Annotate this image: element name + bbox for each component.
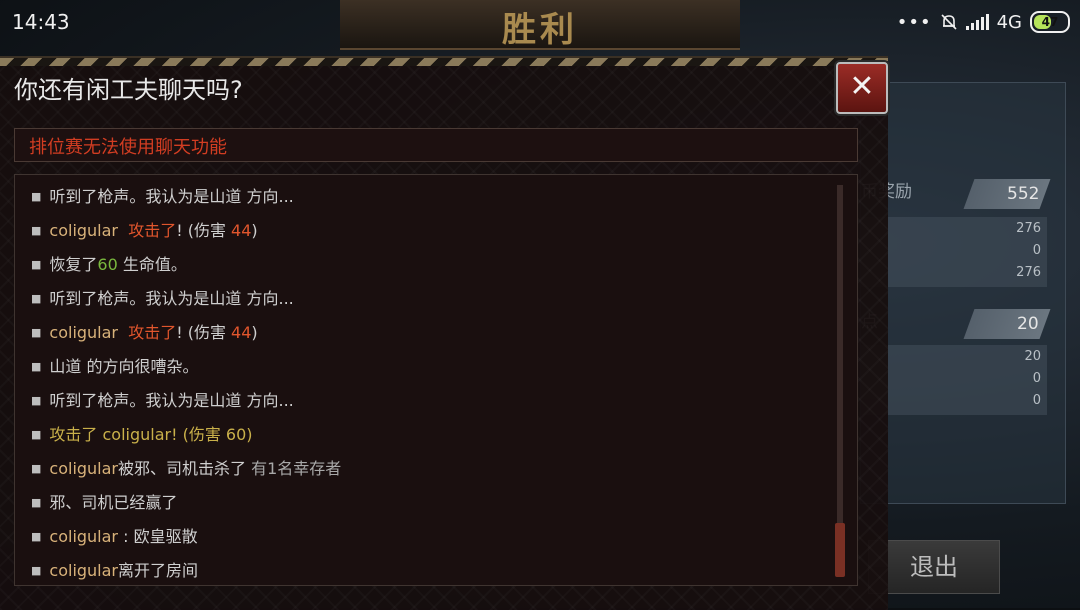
hazard-stripe [0,58,888,66]
chat-message: ■ 攻击了 coligular! (伤害 60) [31,425,253,444]
status-bar: 14:43 ••• 4G 47 [0,0,1080,44]
signal-icon [965,14,989,30]
close-icon: ✕ [849,69,875,104]
reward-row-value: 276 [1016,265,1041,280]
network-type: 4G [996,11,1022,33]
mute-bell-icon [940,13,958,31]
chat-message: ■ coligular离开了房间 [31,561,199,580]
chat-log[interactable]: ■ 听到了枪声。我认为是山道 方向... ■ coligular 攻击了! (伤害 … [14,174,858,586]
chat-message: ■ coligular : 欧皇驱散 [31,527,198,546]
chat-message: ■ 恢复了60 生命值。 [31,255,187,274]
chat-message: ■ coligular被邪、司机击杀了 有1名幸存者 [31,459,342,478]
chat-message: ■ 听到了枪声。我认为是山道 方向... [31,289,294,308]
scrollbar-track[interactable] [837,185,843,577]
close-button[interactable]: ✕ [836,62,888,114]
player-name: coligular [49,323,119,342]
player-name: coligular [49,221,119,240]
battery-icon: 47 [1030,11,1070,33]
player-name: coligular [49,459,119,478]
points-breakdown: 20 0 0 [861,345,1047,415]
points-row-value: 0 [1032,371,1041,386]
reward-row-value: 0 [1032,243,1041,258]
chat-message: ■ 听到了枪声。我认为是山道 方向... [31,391,294,410]
chat-message: ■ 听到了枪声。我认为是山道 方向... [31,187,294,206]
more-dots-icon: ••• [896,11,932,33]
status-time: 14:43 [12,10,70,34]
dialog-title: 你还有闲工夫聊天吗? [14,76,243,104]
points-row-value: 20 [1024,349,1041,364]
scrollbar-thumb[interactable] [835,523,845,577]
status-icons: ••• 4G 47 [897,8,1070,36]
reward-total: 552 [963,179,1051,209]
chat-dialog: 你还有闲工夫聊天吗? ✕ 排位赛无法使用聊天功能 ■ 听到了枪声。我认为是山道 方… [0,56,888,610]
chat-message: ■ coligular 攻击了! (伤害 44) [31,323,258,342]
points-row-value: 0 [1032,393,1041,408]
chat-message: ■ coligular 攻击了! (伤害 44) [31,221,258,240]
chat-message: ■ 邪、司机已经赢了 [31,493,178,512]
reward-breakdown: 276 0 276 [861,217,1047,287]
reward-row-value: 276 [1016,221,1041,236]
reward-panel: 币奖励 552 276 0 276 点 20 20 0 0 [860,82,1066,504]
points-total: 20 [963,309,1051,339]
player-name: coligular [49,527,119,546]
notice-text: 排位赛无法使用聊天功能 [29,137,227,158]
chat-message: ■ 山道 的方向很嘈杂。 [31,357,199,376]
battery-level: 47 [1041,15,1059,29]
player-name: coligular [49,561,119,580]
notice-bar: 排位赛无法使用聊天功能 [14,128,858,162]
